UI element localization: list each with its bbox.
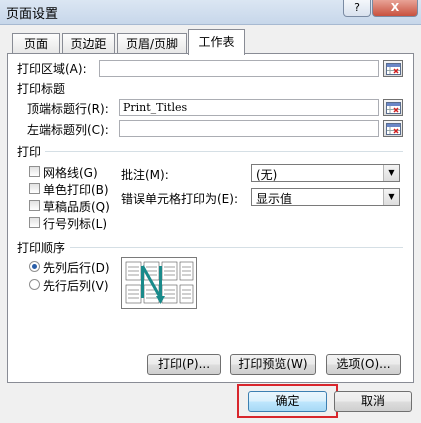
close-button[interactable]: X bbox=[372, 0, 418, 17]
chevron-down-icon: ▼ bbox=[383, 165, 399, 181]
cell-errors-label: 错误单元格打印为(E): bbox=[121, 192, 238, 206]
print-area-label: 打印区域(A): bbox=[17, 62, 87, 76]
tab-header-footer[interactable]: 页眉/页脚 bbox=[117, 33, 187, 54]
black-and-white-label: 单色打印(B) bbox=[43, 183, 109, 197]
cell-errors-select[interactable]: 显示值 ▼ bbox=[251, 188, 400, 206]
divider bbox=[70, 247, 403, 248]
divider bbox=[45, 151, 403, 152]
dialog-title: 页面设置 bbox=[6, 7, 59, 22]
rows-to-repeat-input[interactable]: Print_Titles bbox=[119, 99, 379, 116]
print-preview-button[interactable]: 打印预览(W) bbox=[230, 354, 316, 375]
over-then-down-label: 先行后列(V) bbox=[43, 279, 109, 293]
gridlines-label: 网格线(G) bbox=[43, 166, 98, 180]
down-then-over-radio[interactable] bbox=[29, 261, 40, 272]
tab-page[interactable]: 页面 bbox=[12, 33, 60, 54]
ok-button[interactable]: 确定 bbox=[248, 391, 327, 412]
draft-quality-checkbox[interactable] bbox=[29, 200, 40, 211]
options-button[interactable]: 选项(O)... bbox=[326, 354, 401, 375]
cols-to-repeat-collapse-button[interactable] bbox=[383, 120, 403, 137]
page-order-heading: 打印顺序 bbox=[17, 241, 66, 255]
tab-sheet[interactable]: 工作表 bbox=[188, 29, 245, 55]
tab-margins[interactable]: 页边距 bbox=[62, 33, 115, 54]
page-order-preview bbox=[121, 257, 197, 309]
range-select-icon bbox=[386, 123, 401, 135]
print-heading: 打印 bbox=[17, 145, 42, 159]
print-area-collapse-button[interactable] bbox=[383, 60, 403, 77]
range-select-icon bbox=[386, 102, 401, 114]
down-then-over-label: 先列后行(D) bbox=[43, 261, 110, 275]
over-then-down-radio[interactable] bbox=[29, 279, 40, 290]
chevron-down-icon: ▼ bbox=[383, 189, 399, 205]
gridlines-checkbox[interactable] bbox=[29, 166, 40, 177]
print-button[interactable]: 打印(P)... bbox=[147, 354, 221, 375]
row-col-headings-checkbox[interactable] bbox=[29, 217, 40, 228]
cols-to-repeat-label: 左端标题列(C): bbox=[27, 123, 109, 137]
cancel-button[interactable]: 取消 bbox=[334, 391, 412, 412]
draft-quality-label: 草稿品质(Q) bbox=[43, 200, 110, 214]
cols-to-repeat-input[interactable] bbox=[119, 120, 379, 137]
comments-select[interactable]: (无) ▼ bbox=[251, 164, 400, 182]
comments-label: 批注(M): bbox=[121, 168, 169, 182]
rows-to-repeat-collapse-button[interactable] bbox=[383, 99, 403, 116]
print-area-input[interactable] bbox=[99, 60, 379, 77]
black-and-white-checkbox[interactable] bbox=[29, 183, 40, 194]
print-titles-heading: 打印标题 bbox=[17, 82, 66, 96]
row-col-headings-label: 行号列标(L) bbox=[43, 217, 108, 231]
range-select-icon bbox=[386, 63, 401, 75]
help-button[interactable]: ? bbox=[343, 0, 371, 17]
rows-to-repeat-label: 顶端标题行(R): bbox=[27, 102, 109, 116]
page-order-icon bbox=[125, 261, 194, 304]
